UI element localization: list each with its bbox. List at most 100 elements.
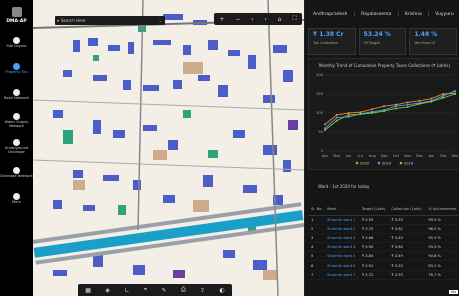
caret-icon: ▾ bbox=[57, 18, 60, 23]
zoom-in-icon[interactable]: + bbox=[219, 16, 224, 23]
data-point bbox=[324, 129, 326, 132]
ward-link[interactable]: Shramik ward 1 bbox=[324, 215, 359, 225]
chevron-down-icon[interactable]: ⌄ bbox=[159, 18, 162, 23]
x-tick-label: Jul bbox=[357, 154, 362, 158]
table-row[interactable]: 3 Shramik ward 3 ₹ 3.66 ₹ 3.49 95.3 % bbox=[308, 233, 459, 244]
data-point bbox=[442, 96, 445, 99]
layers-icon[interactable]: ◈ bbox=[105, 287, 110, 294]
table-row[interactable]: 7 Shramik ward 7 ₹ 3.72 ₹ 2.93 78.7 % bbox=[308, 270, 459, 280]
breadcrumb: Andhrapradesh | Rayalaseema | Krishna | … bbox=[313, 11, 454, 17]
table-cell: 5 bbox=[308, 251, 325, 262]
nav-label: Drainage Network bbox=[0, 174, 33, 179]
pin-icon[interactable]: ⌖ bbox=[144, 286, 147, 294]
column-header-4[interactable]: % Achievement bbox=[425, 203, 459, 216]
palette-icon[interactable]: ◐ bbox=[220, 287, 225, 294]
breadcrumb-city[interactable]: Vuyyuru bbox=[435, 12, 454, 17]
data-point bbox=[406, 101, 409, 104]
nav-item-1[interactable]: Property Tax bbox=[0, 56, 33, 82]
kpi-label: Of Target bbox=[363, 41, 381, 45]
breadcrumb-region[interactable]: Rayalaseema bbox=[361, 12, 391, 17]
data-point bbox=[442, 94, 445, 97]
table-cell: ₹ 2.93 bbox=[388, 270, 426, 280]
ward-link[interactable]: Shramik ward 5 bbox=[324, 251, 359, 262]
data-point bbox=[454, 89, 456, 92]
kpi-label: Tax Collection bbox=[313, 41, 338, 45]
table-cell: ₹ 3.75 bbox=[358, 224, 389, 234]
data-point bbox=[347, 113, 350, 116]
table-cell: 2 bbox=[308, 224, 325, 234]
prev-extent-icon[interactable]: ‹ bbox=[251, 16, 253, 23]
x-tick-label: Mar bbox=[452, 154, 459, 158]
ward-link[interactable]: Shramik ward 6 bbox=[324, 260, 359, 271]
nav-item-4[interactable]: Underground Drainage bbox=[0, 134, 33, 160]
map-view[interactable]: ▾ Search Here ⌄ + − ‹ › ⌂ ⛶ ▦ ◈ ∟ ⌖ ✎ ⎙ … bbox=[33, 0, 304, 296]
breadcrumb-state[interactable]: Andhrapradesh bbox=[313, 12, 348, 17]
nav-icon bbox=[13, 139, 20, 147]
trend-chart-card: Monthly Trend of Cumulative Property Tax… bbox=[308, 58, 459, 170]
nav-icon bbox=[13, 113, 20, 121]
y-tick-label: 50 bbox=[318, 130, 323, 134]
nav-icon bbox=[13, 167, 20, 175]
zoom-out-icon[interactable]: − bbox=[235, 16, 240, 23]
table-cell: ₹ 3.25 bbox=[388, 260, 426, 271]
next-extent-icon[interactable]: › bbox=[264, 16, 266, 23]
column-header-3[interactable]: Collection (Lakh) bbox=[388, 203, 426, 216]
ward-link[interactable]: Shramik ward 4 bbox=[324, 242, 359, 253]
map-search-field[interactable]: ▾ Search Here ⌄ bbox=[55, 16, 165, 25]
trend-chart: 0 50 100 150 200 Apr May Jun Jul Aug Sep Oct Nov Dec J… bbox=[316, 73, 459, 165]
nav-item-5[interactable]: Drainage Network bbox=[0, 160, 33, 186]
nav-item-6[interactable]: More bbox=[0, 186, 33, 212]
share-icon[interactable]: ⇪ bbox=[200, 287, 205, 294]
legend-marker bbox=[377, 161, 381, 165]
legend-marker bbox=[399, 161, 403, 165]
nav-item-0[interactable]: Site Layout bbox=[0, 30, 33, 56]
legend-label: 2019 bbox=[382, 161, 392, 165]
table-cell: ₹ 3.55 bbox=[358, 215, 389, 225]
grid-icon[interactable]: ▦ bbox=[85, 287, 91, 294]
nav-label: More bbox=[12, 200, 21, 205]
left-nav: DMA-AP Site Layout Property Tax Road Netwo… bbox=[0, 0, 33, 296]
table-cell: 78.7 % bbox=[425, 270, 459, 280]
data-point bbox=[394, 105, 397, 108]
home-icon[interactable]: ⌂ bbox=[278, 16, 282, 23]
bottom-toolbar: ▦ ◈ ∟ ⌖ ✎ ⎙ ⇪ ◐ bbox=[78, 284, 232, 296]
data-point bbox=[335, 113, 338, 116]
table-row[interactable]: 6 Shramik ward 6 ₹ 3.91 ₹ 3.25 83.1 % bbox=[308, 260, 459, 271]
measure-icon[interactable]: ∟ bbox=[124, 287, 129, 294]
table-row[interactable]: 1 Shramik ward 1 ₹ 3.55 ₹ 3.53 99.5 % bbox=[308, 215, 459, 225]
kpi-variance: 1.48 % Ver From LY bbox=[409, 28, 458, 55]
kpi-value: 1.48 % bbox=[414, 31, 438, 38]
data-point bbox=[442, 93, 445, 95]
data-point bbox=[347, 115, 350, 118]
kpi-value: ₹ 1.38 Cr bbox=[313, 31, 344, 38]
legend-label: 2018 bbox=[404, 161, 414, 165]
ward-link[interactable]: Shramik ward 2 bbox=[324, 224, 359, 234]
nav-label: Water Supply Network bbox=[4, 120, 29, 128]
breadcrumb-district[interactable]: Krishna bbox=[405, 12, 422, 17]
column-header-2[interactable]: Target (Lakh) bbox=[358, 203, 389, 216]
map-canvas[interactable] bbox=[33, 0, 304, 296]
draw-icon[interactable]: ✎ bbox=[161, 287, 166, 294]
fullscreen-icon[interactable]: ⛶ bbox=[292, 15, 296, 23]
ward-link[interactable]: Shramik ward 3 bbox=[324, 233, 359, 244]
x-tick-label: Aug bbox=[369, 154, 376, 158]
x-tick-label: May bbox=[333, 154, 341, 158]
ward-table-card: Ward - 1st 2020 for today Sl. No. Ward Tar… bbox=[308, 184, 459, 296]
table-cell: ₹ 3.72 bbox=[358, 270, 389, 280]
nav-item-3[interactable]: Water Supply Network bbox=[0, 108, 33, 134]
ward-table: Sl. No. Ward Target (Lakh) Collection (Lakh… bbox=[308, 203, 459, 280]
data-point bbox=[371, 112, 374, 114]
table-cell: ₹ 3.90 bbox=[358, 242, 389, 253]
table-cell: 7 bbox=[308, 270, 325, 280]
nav-item-2[interactable]: Road Network bbox=[0, 82, 33, 108]
table-title: Ward - 1st 2020 for today bbox=[318, 184, 370, 189]
legend-marker bbox=[355, 161, 359, 165]
y-tick-label: 200 bbox=[316, 73, 324, 77]
table-row[interactable]: 4 Shramik ward 4 ₹ 3.90 ₹ 3.64 93.3 % bbox=[308, 242, 459, 253]
column-header-1[interactable]: Ward bbox=[324, 203, 359, 216]
table-row[interactable]: 2 Shramik ward 2 ₹ 3.75 ₹ 3.62 96.5 % bbox=[308, 224, 459, 234]
table-row[interactable]: 5 Shramik ward 5 ₹ 3.84 ₹ 3.49 90.8 % bbox=[308, 251, 459, 262]
column-header-0[interactable]: Sl. No. bbox=[308, 203, 325, 216]
ward-link[interactable]: Shramik ward 7 bbox=[324, 270, 359, 280]
print-icon[interactable]: ⎙ bbox=[181, 286, 186, 294]
